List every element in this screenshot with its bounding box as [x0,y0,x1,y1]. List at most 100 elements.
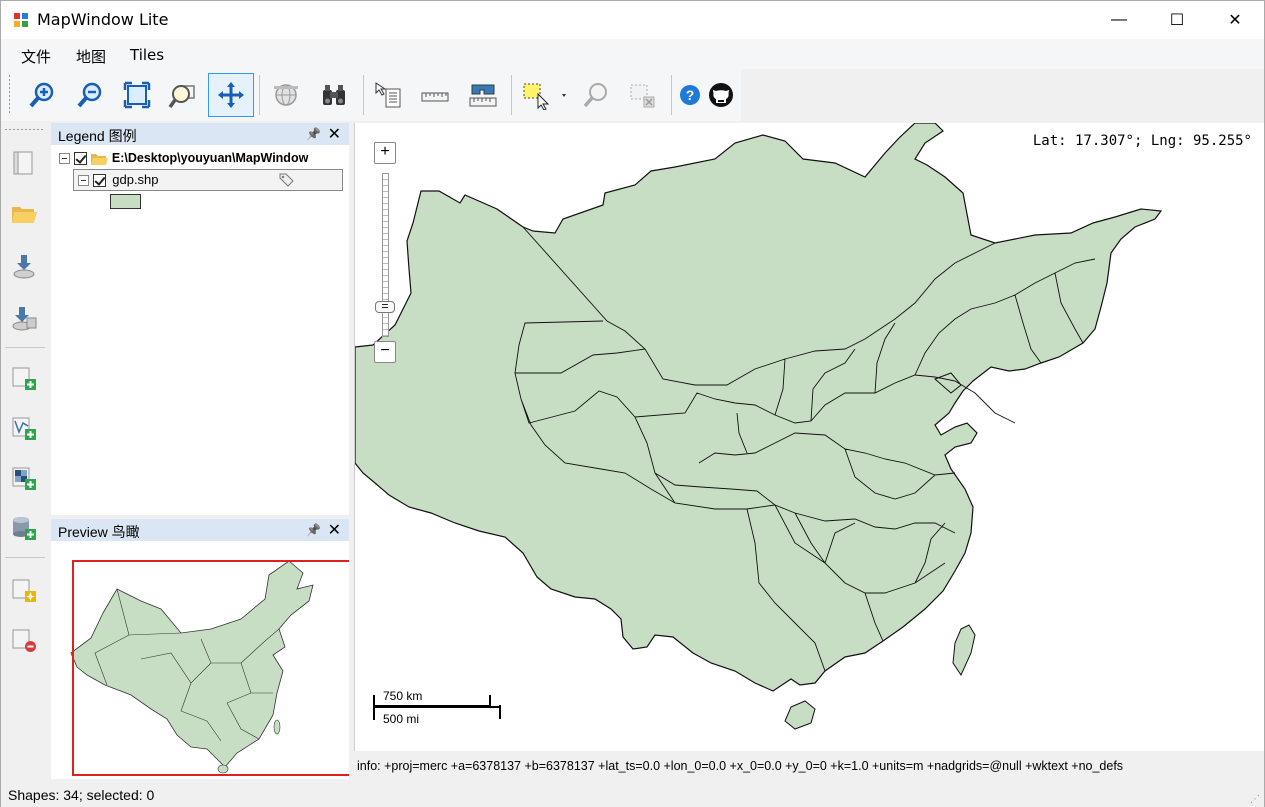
map-canvas[interactable]: Lat: 17.307°; Lng: 95.255° + = − 750 km … [354,123,1264,751]
zoom-selected-icon [583,83,607,108]
find-button[interactable] [315,73,353,117]
legend-pin-icon[interactable]: 📌 [306,127,321,141]
layer-symbol-swatch[interactable] [110,194,141,209]
remove-layer-icon [12,629,36,652]
add-vector-icon [12,417,36,440]
zoom-selected-button[interactable] [577,73,615,117]
collapse-layer-icon[interactable] [78,175,89,187]
add-raster-layer-button[interactable] [7,461,41,495]
menu-file[interactable]: 文件 [21,46,51,67]
preview-pin-icon[interactable]: 📌 [306,523,321,537]
add-database-layer-button[interactable] [7,511,41,545]
preview-island-taiwan [273,719,281,735]
save-as-icon [12,307,37,331]
identify-icon [375,82,401,108]
preview-island-hainan [217,764,229,774]
projection-info-text: info: +proj=merc +a=6378137 +b=6378137 +… [357,759,1124,773]
close-button[interactable]: ✕ [1206,1,1264,39]
status-text: Shapes: 34; selected: 0 [8,787,155,803]
svg-text:?: ? [686,87,695,103]
preview-close-icon[interactable]: ✕ [328,520,341,540]
add-layer-icon [12,367,36,390]
new-project-icon [13,151,33,175]
menu-bar: 文件 地图 Tiles [1,39,1264,69]
scale-bar: 750 km 500 mi [373,685,503,726]
preview-country-shape [70,560,314,768]
zoom-in-button[interactable] [23,73,61,117]
menu-tiles[interactable]: Tiles [130,46,164,64]
menu-map[interactable]: 地图 [76,46,106,67]
add-database-icon [13,517,36,540]
identify-button[interactable] [369,73,407,117]
scale-mi-label: 500 mi [383,712,420,726]
open-project-button[interactable] [7,197,41,231]
add-raster-icon [12,467,36,490]
maximize-button[interactable]: ☐ [1148,1,1206,39]
zoom-minus-icon: − [380,342,390,359]
new-layer-icon [12,579,36,602]
preview-map[interactable] [51,543,349,779]
globe-icon [274,84,298,106]
legend-group-label: E:\Desktop\youyuan\MapWindow [111,151,309,165]
layer-visibility-checkbox[interactable] [92,174,106,188]
remove-layer-button[interactable] [7,623,41,657]
help-button[interactable]: ? [676,73,704,117]
ruler-icon [421,92,449,102]
measure-distance-button[interactable] [416,73,454,117]
status-bar: Shapes: 34; selected: 0 ⋰ [1,781,1264,807]
save-down-icon [13,255,35,279]
scale-km-label: 750 km [383,689,423,703]
app-window: MapWindow Lite — ☐ ✕ 文件 地图 Tiles ? Legen… [0,0,1265,807]
github-icon [709,83,733,107]
projection-info-bar: info: +proj=merc +a=6378137 +b=6378137 +… [354,753,1264,779]
legend-title: Legend 图例 [58,128,137,144]
save-project-button[interactable] [7,249,41,283]
measure-area-button[interactable] [464,73,502,117]
scale-bar-mi-left-tick [373,706,375,720]
coordinate-readout: Lat: 17.307°; Lng: 95.255° [1032,133,1252,149]
zoom-layer-icon [168,85,195,109]
zoom-extent-button[interactable] [118,73,156,117]
minimize-button[interactable]: — [1090,1,1148,39]
scale-bar-mi-line [373,706,501,708]
github-button[interactable] [705,73,737,117]
legend-layer-row[interactable]: gdp.shp [73,169,343,191]
zoom-slider-handle[interactable]: = [375,300,395,313]
zoom-out-icon [77,82,102,108]
zoom-plus-icon: + [380,143,390,160]
add-layer-button[interactable] [7,361,41,395]
zoom-extent-icon [123,81,151,109]
close-icon: ✕ [1228,12,1242,29]
legend-close-icon[interactable]: ✕ [328,124,341,144]
resize-grip-icon[interactable]: ⋰ [1250,794,1260,805]
preview-header: Preview 鸟瞰 📌 ✕ [51,519,349,541]
group-visibility-checkbox[interactable] [73,152,87,166]
zoom-in-control[interactable]: + [374,142,396,164]
clear-selection-button[interactable] [623,73,661,117]
binoculars-icon [323,85,345,105]
title-bar: MapWindow Lite — ☐ ✕ [1,1,1264,39]
add-vector-layer-button[interactable] [7,411,41,445]
window-title: MapWindow Lite [37,10,169,29]
zoom-in-icon [29,82,54,108]
zoom-out-control[interactable]: − [374,341,396,363]
main-toolbar: ? [1,69,741,121]
folder-icon [91,153,109,165]
legend-panel: Legend 图例 📌 ✕ E:\Desktop\youyuan\MapWind… [51,123,349,515]
globe-button[interactable] [267,73,305,117]
select-button[interactable] [518,73,568,117]
select-icon [523,83,566,110]
collapse-group-icon[interactable] [59,153,70,165]
legend-group-row[interactable]: E:\Desktop\youyuan\MapWindow [59,150,308,166]
new-project-button[interactable] [7,145,41,179]
measure-area-icon [469,84,497,107]
preview-title: Preview 鸟瞰 [58,524,140,540]
pan-button[interactable] [208,73,254,117]
save-as-button[interactable] [7,301,41,335]
zoom-layer-button[interactable] [164,73,202,117]
map-layer[interactable] [355,123,1264,751]
legend-layer-label: gdp.shp [112,172,159,187]
zoom-out-button[interactable] [71,73,109,117]
minimize-icon: — [1111,11,1127,28]
new-layer-button[interactable] [7,573,41,607]
